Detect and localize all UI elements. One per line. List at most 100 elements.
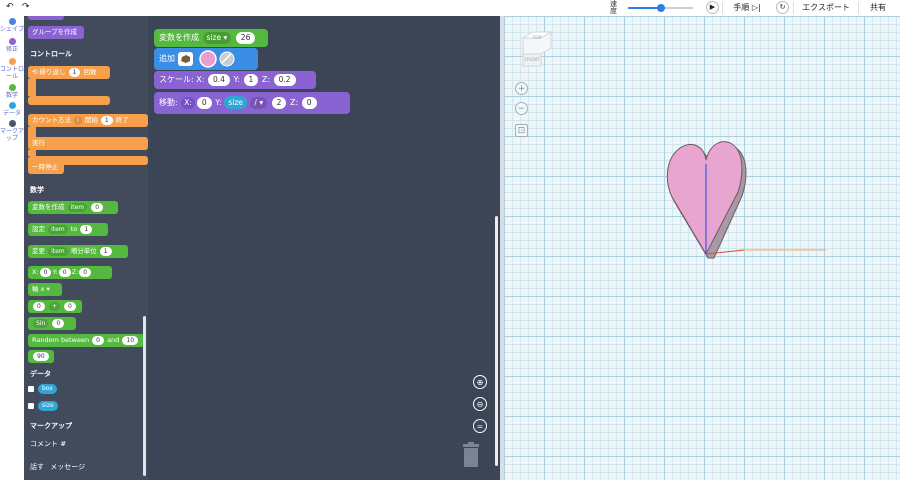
z-value[interactable]: 0: [79, 267, 92, 277]
ws-move-block[interactable]: 移動: X: 0 Y: size / ▾ 2 Z: 0: [154, 92, 350, 114]
ws-scale-block[interactable]: スケール: X: 0.4 Y: 1 Z: 0.2: [154, 71, 316, 89]
share-button[interactable]: 共有: [866, 2, 890, 14]
heart-model[interactable]: [664, 126, 834, 266]
trash-icon[interactable]: [462, 442, 480, 468]
ws-move-x-label: X:: [184, 97, 192, 107]
number-value[interactable]: 90: [33, 351, 49, 361]
random-a[interactable]: 0: [92, 335, 104, 345]
block-create-var[interactable]: 変数を作成 item 0: [28, 201, 118, 214]
var-size-checkbox[interactable]: [28, 403, 34, 409]
ws-move-z[interactable]: 0: [301, 96, 317, 109]
block-xyz[interactable]: X: 0 Y: 0 Z: 0: [28, 266, 112, 279]
block-create-group[interactable]: グループを作成: [28, 26, 84, 39]
category-data[interactable]: データ: [0, 102, 24, 117]
block-count-with[interactable]: カウント方法 i 開始 1 終了: [28, 114, 148, 127]
set-var-dropdown[interactable]: item: [48, 224, 68, 234]
ws-var-dropdown[interactable]: size ▾: [202, 31, 232, 44]
change-value[interactable]: 1: [99, 246, 112, 256]
ws-add-label: 追加: [159, 54, 175, 63]
ws-move-label: 移動:: [159, 98, 178, 107]
x-value[interactable]: 0: [39, 267, 52, 277]
sin-dropdown[interactable]: Sin: [33, 318, 49, 328]
block-number[interactable]: 90: [28, 350, 54, 363]
ws-var-value[interactable]: 26: [235, 31, 256, 44]
color-swatch-icon[interactable]: [198, 49, 217, 68]
math-header: 数学: [30, 186, 44, 194]
ws-scale-x[interactable]: 0.4: [207, 73, 230, 86]
toolbar-divider: [858, 2, 859, 14]
ws-move-divisor[interactable]: 2: [271, 96, 287, 109]
sin-value[interactable]: 0: [52, 318, 65, 328]
block-random[interactable]: Random between 0 and 10: [28, 334, 144, 347]
block-stub[interactable]: [28, 16, 64, 20]
export-button[interactable]: エクスポート: [800, 2, 852, 14]
workspace-scrollbar[interactable]: [495, 216, 498, 466]
ws-move-y-var[interactable]: size: [224, 96, 247, 109]
block-pause[interactable]: 一時停止: [28, 161, 64, 174]
reset-icon[interactable]: ↻: [776, 1, 789, 14]
repeat-count[interactable]: 1: [68, 67, 81, 77]
arith-b[interactable]: 0: [64, 301, 76, 311]
equals-icon[interactable]: =: [473, 419, 487, 433]
ws-add-slot[interactable]: [178, 51, 193, 66]
var-box-checkbox[interactable]: [28, 386, 34, 392]
arith-op-dropdown[interactable]: +: [48, 301, 60, 311]
arith-a[interactable]: 0: [33, 301, 45, 311]
var-size[interactable]: size: [38, 401, 58, 411]
fit-view-icon[interactable]: ⊡: [515, 124, 528, 137]
var-box[interactable]: box: [38, 384, 57, 394]
ws-move-x[interactable]: 0: [196, 96, 212, 109]
cube-top-label: TOP: [531, 35, 541, 41]
block-say[interactable]: 話す メッセージ: [30, 462, 85, 472]
code-workspace: 変数を作成 size ▾ 26 追加 スケール: X: 0.4 Y: 1 Z: …: [148, 16, 500, 480]
ws-scale-z[interactable]: 0.2: [273, 73, 296, 86]
count-start[interactable]: 1: [100, 115, 113, 125]
ws-create-var-block[interactable]: 変数を作成 size ▾ 26: [154, 29, 268, 47]
speed-slider[interactable]: [628, 4, 693, 12]
category-modify[interactable]: 修正: [0, 38, 24, 53]
ws-add-block[interactable]: 追加: [154, 48, 258, 70]
zoom-out-icon[interactable]: ⊖: [473, 397, 487, 411]
speed-slider-knob[interactable]: [656, 4, 665, 12]
y-value[interactable]: 0: [58, 267, 71, 277]
block-sin[interactable]: Sin 0: [28, 317, 76, 330]
step-button[interactable]: 手順 ▷|: [730, 2, 764, 14]
random-and-label: and: [107, 336, 120, 344]
material-icon[interactable]: [219, 51, 235, 67]
viewport-zoom-out-button[interactable]: −: [515, 102, 528, 115]
set-value[interactable]: 1: [80, 224, 93, 234]
block-arithmetic[interactable]: 0 + 0: [28, 300, 82, 313]
category-control[interactable]: コントロール: [0, 58, 24, 80]
random-b[interactable]: 10: [122, 335, 139, 345]
category-shapes[interactable]: シェイプ: [0, 18, 24, 33]
block-comment[interactable]: コメント #: [30, 439, 66, 449]
create-var-dropdown[interactable]: item: [67, 202, 88, 212]
category-math[interactable]: 数学: [0, 84, 24, 99]
zoom-in-icon[interactable]: ⊕: [473, 375, 487, 389]
var-size-row[interactable]: size: [28, 401, 58, 411]
block-do[interactable]: 実行: [28, 137, 148, 150]
change-var-dropdown[interactable]: item: [48, 246, 68, 256]
change-label: 変更: [32, 247, 45, 255]
play-icon[interactable]: ▶: [706, 1, 719, 14]
block-set-var[interactable]: 設定 item to 1: [28, 223, 108, 236]
block-repeat[interactable]: ⟲ 繰り返し 1 回数: [28, 66, 110, 79]
undo-icon[interactable]: ↶: [6, 2, 14, 12]
redo-icon[interactable]: ↷: [22, 2, 30, 12]
palette-scrollbar[interactable]: [143, 316, 146, 476]
3d-viewport[interactable]: TOP FRONT + − ⊡: [504, 16, 900, 480]
data-dot-icon: [8, 102, 16, 109]
count-var-dropdown[interactable]: i: [74, 115, 82, 125]
category-markup[interactable]: マークアップ: [0, 120, 24, 142]
var-box-row[interactable]: box: [28, 384, 57, 394]
create-var-value[interactable]: 0: [91, 202, 104, 212]
block-change-var[interactable]: 変更 item 増分単位 1: [28, 245, 128, 258]
ws-move-op-dropdown[interactable]: / ▾: [250, 96, 268, 109]
block-axis[interactable]: 軸 x ▾: [28, 283, 62, 296]
speed-label: 速度: [610, 0, 617, 15]
view-cube-icon[interactable]: TOP FRONT: [521, 30, 553, 68]
cube-front-label: FRONT: [524, 57, 540, 63]
ws-scale-y[interactable]: 1: [243, 73, 259, 86]
ws-var-name: size: [206, 32, 222, 42]
viewport-zoom-in-button[interactable]: +: [515, 82, 528, 95]
